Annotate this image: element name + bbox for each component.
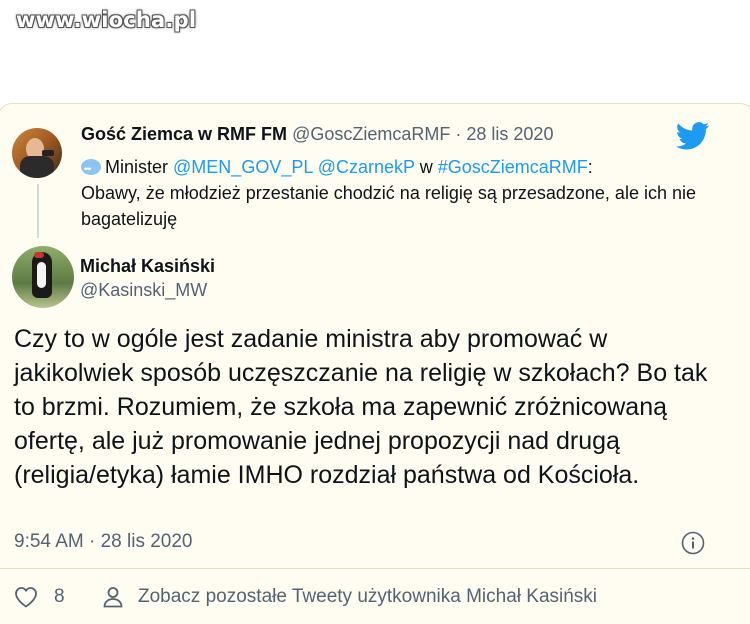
speech-bubble-icon: [81, 156, 101, 182]
mention-czarnekp[interactable]: @CzarnekP: [318, 157, 415, 177]
thread-connector-line: [37, 184, 39, 238]
author-handle[interactable]: @Kasinski_MW: [80, 280, 207, 301]
like-count[interactable]: 8: [54, 586, 65, 608]
mention-men-gov-pl[interactable]: @MEN_GOV_PL: [173, 157, 313, 177]
text-colon: :: [587, 157, 593, 177]
quoted-tweet[interactable]: Gość Ziemca w RMF FM @GoscZiemcaRMF · 28…: [12, 118, 732, 236]
separator-dot: ·: [455, 124, 462, 144]
avatar-gosc-ziemca[interactable]: [12, 128, 62, 178]
text-w: w: [419, 157, 433, 177]
watermark: www.wiocha.pl: [16, 8, 197, 32]
quoted-tweet-text: Minister @MEN_GOV_PL @CzarnekP w #GoscZi…: [81, 154, 701, 232]
hashtag-gosc-ziemca-rmf[interactable]: #GoscZiemcaRMF: [438, 157, 588, 177]
heart-icon[interactable]: [14, 586, 38, 608]
quoted-author-name[interactable]: Gość Ziemca w RMF FM: [81, 124, 287, 144]
quoted-tweet-header: Gość Ziemca w RMF FM @GoscZiemcaRMF · 28…: [81, 124, 553, 145]
quoted-tweet-body: Obawy, że młodzież przestanie chodzić na…: [81, 183, 696, 229]
text-minister: Minister: [105, 157, 169, 177]
tweet-timestamp[interactable]: 9:54 AM · 28 lis 2020: [14, 531, 193, 553]
tweet-text: Czy to w ogóle jest zadanie ministra aby…: [14, 325, 708, 489]
twitter-bird-icon[interactable]: [676, 122, 710, 150]
footer-divider: [0, 568, 750, 569]
avatar-michal-kasinski[interactable]: [12, 246, 74, 308]
quoted-author-handle[interactable]: @GoscZiemcaRMF: [292, 124, 450, 144]
author-name[interactable]: Michał Kasiński: [80, 256, 215, 277]
quoted-tweet-date[interactable]: 28 lis 2020: [466, 124, 553, 144]
see-more-tweets-link[interactable]: Zobacz pozostałe Tweety użytkownika Mich…: [138, 586, 597, 608]
person-icon: [103, 587, 123, 608]
info-icon[interactable]: [681, 531, 705, 555]
